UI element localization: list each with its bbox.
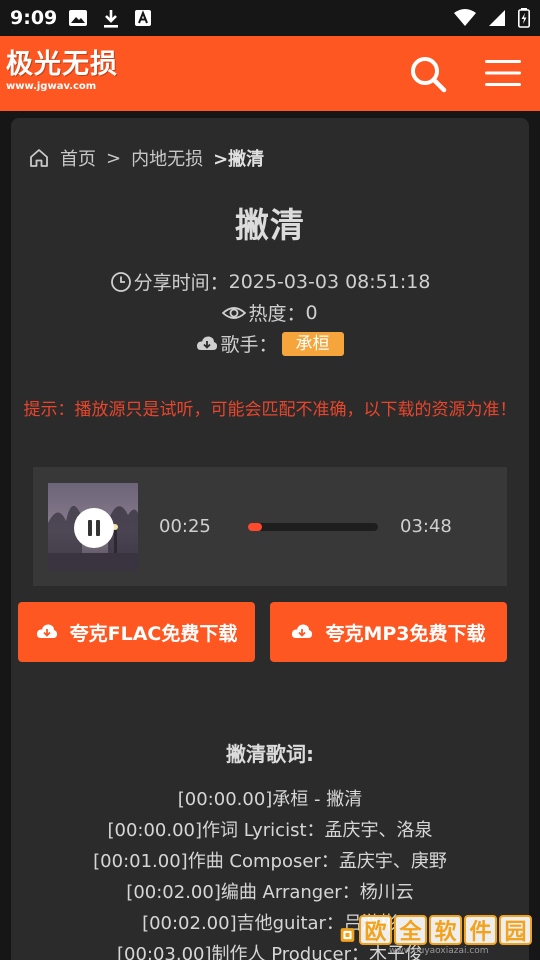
progress-fill (248, 523, 263, 531)
pause-button[interactable] (74, 508, 114, 548)
site-watermark: 欧 全 软 件 园 www.ouyaoxiazai.com (340, 912, 532, 958)
audio-player: 00:25 03:48 (33, 467, 507, 586)
singer-label: 歌手： (220, 334, 278, 356)
tip-notice: 提示：播放源只是试听，可能会匹配不准确，以下载的资源为准！ (23, 400, 517, 420)
pause-icon (88, 520, 100, 536)
flac-download-button[interactable]: 夸克FLAC免费下载 (18, 602, 255, 662)
lyric-line: [00:02.00]编曲 Arranger：杨川云 (126, 882, 414, 903)
breadcrumb: 首页 > 内地无损 >撇清 (28, 145, 264, 171)
signal-icon (489, 10, 505, 26)
breadcrumb-home[interactable]: 首页 (60, 145, 96, 171)
watermark-url: www.ouyaoxiazai.com (389, 945, 489, 956)
mp3-download-label: 夸克MP3免费下载 (325, 622, 486, 645)
breadcrumb-current: >撇清 (213, 149, 265, 170)
cloud-download-icon (36, 624, 57, 638)
watermark-char: 欧 (359, 914, 392, 945)
current-time: 00:25 (159, 516, 211, 537)
flac-download-label: 夸克FLAC免费下载 (69, 622, 238, 645)
clock-icon (110, 271, 131, 292)
logo-subtitle: www.jgwav.com (6, 81, 97, 92)
search-icon[interactable] (409, 55, 447, 93)
lyrics-title: 撇清歌词: (226, 742, 314, 766)
battery-icon (518, 8, 530, 28)
album-cover (48, 483, 138, 571)
cloud-download-icon (292, 624, 313, 638)
heat-line: 热度： 0 (0, 299, 540, 326)
watermark-text: 欧 全 软 件 园 www.ouyaoxiazai.com (359, 914, 532, 956)
site-logo[interactable]: 极光无损 www.jgwav.com (6, 50, 118, 93)
watermark-char: 全 (394, 914, 427, 945)
site-header: 极光无损 www.jgwav.com (0, 36, 540, 111)
mp3-download-button[interactable]: 夸克MP3免费下载 (270, 602, 507, 662)
watermark-char: 件 (464, 914, 497, 945)
status-icons-right (454, 8, 530, 28)
singer-line: 歌手： 承桓 (0, 330, 540, 357)
watermark-char: 园 (499, 914, 532, 945)
home-icon[interactable] (28, 147, 50, 169)
eye-icon (222, 306, 247, 319)
total-time: 03:48 (400, 516, 452, 537)
lyric-line: [00:00.00]作词 Lyricist：孟庆宇、洛泉 (107, 820, 433, 841)
cloud-download-icon (197, 335, 218, 350)
share-time-value: 2025-03-03 08:51:18 (228, 270, 431, 293)
breadcrumb-category[interactable]: 内地无损 (131, 145, 203, 171)
image-icon (69, 10, 87, 26)
breadcrumb-separator: > (106, 147, 122, 169)
watermark-char: 软 (429, 914, 462, 945)
menu-icon[interactable] (484, 58, 522, 88)
download-icon (104, 10, 118, 28)
a-box-icon (135, 10, 151, 26)
status-icons-left (68, 9, 152, 29)
song-title: 撇清 (235, 206, 305, 246)
logo-title: 极光无损 (6, 49, 118, 80)
share-time-line: 分享时间： 2025-03-03 08:51:18 (0, 268, 540, 295)
watermark-logo (340, 928, 355, 942)
heat-label: 热度： (248, 303, 306, 325)
lyric-line: [00:00.00]承桓 - 撇清 (177, 789, 363, 810)
share-time-label: 分享时间： (133, 272, 229, 294)
wifi-icon (454, 9, 476, 26)
singer-tag[interactable]: 承桓 (281, 331, 344, 356)
status-time: 9:09 (10, 7, 58, 29)
heat-value: 0 (305, 301, 318, 324)
progress-bar[interactable] (248, 523, 378, 531)
lyric-line: [00:01.00]作曲 Composer：孟庆宇、庚野 (93, 851, 447, 872)
status-bar: 9:09 (0, 0, 540, 36)
